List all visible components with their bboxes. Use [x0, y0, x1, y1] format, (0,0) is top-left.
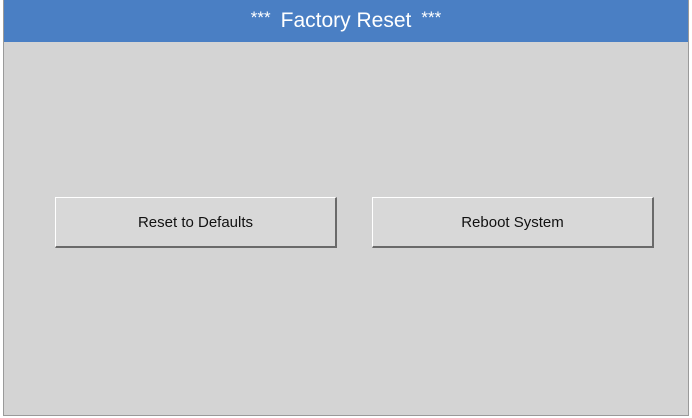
title-stars-right: ***: [421, 8, 442, 27]
title-stars-left: ***: [250, 8, 271, 27]
reset-to-defaults-button[interactable]: Reset to Defaults: [55, 197, 337, 248]
factory-reset-screen: *** Factory Reset *** Reset to Defaults …: [3, 0, 689, 416]
title-bar: *** Factory Reset ***: [4, 0, 688, 42]
reboot-system-button[interactable]: Reboot System: [372, 197, 654, 248]
page-title: Factory Reset: [280, 9, 412, 32]
reset-to-defaults-label: Reset to Defaults: [137, 213, 254, 231]
reboot-system-label: Reboot System: [461, 213, 564, 231]
